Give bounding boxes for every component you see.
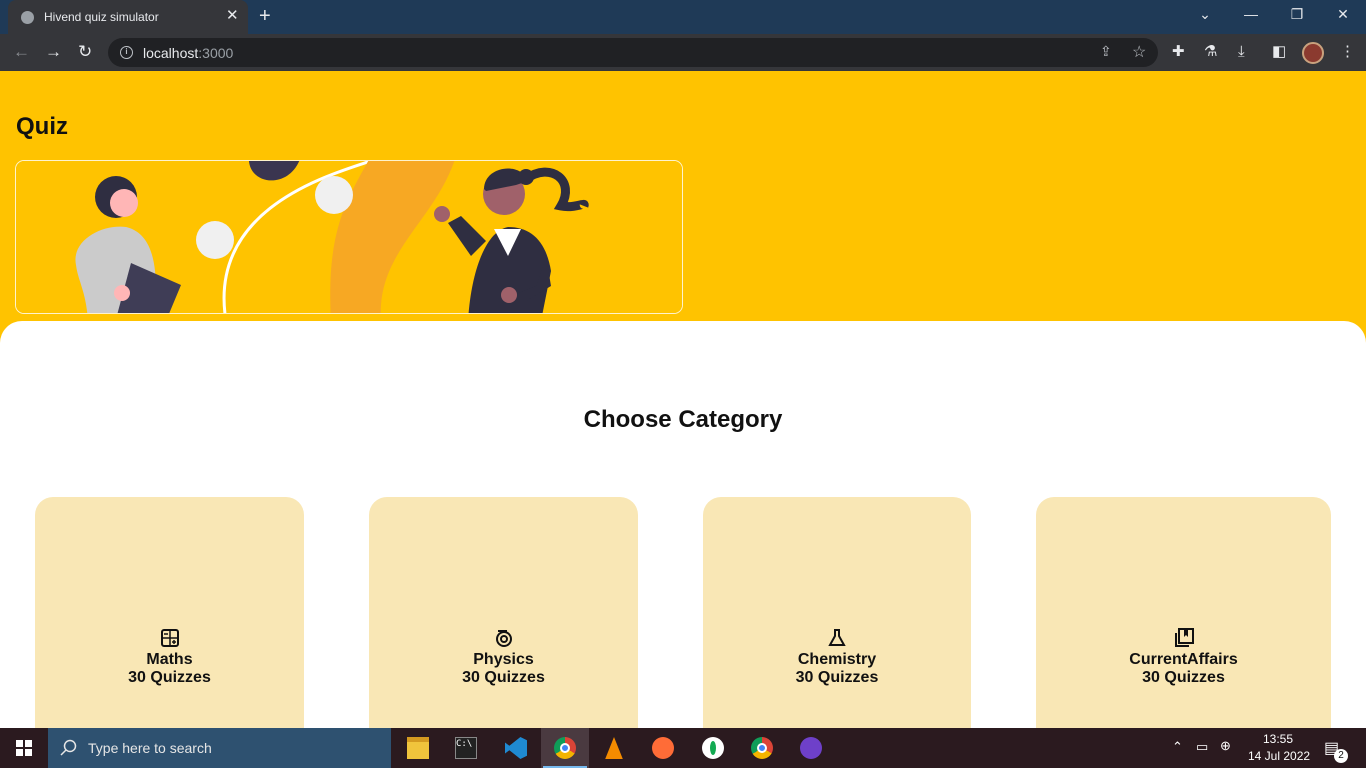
search-icon [60,739,77,756]
web-page: Quiz Choose Category Maths 30 Quizzes Ph… [0,71,1366,728]
mongodb-compass-icon[interactable] [689,728,737,768]
category-section: Choose Category Maths 30 Quizzes Physics… [0,321,1366,728]
menu-icon[interactable]: ⋮ [1340,43,1355,61]
tab-title: Hivend quiz simulator [44,10,159,24]
restore-icon[interactable]: ❐ [1274,0,1320,30]
flask-icon [703,628,971,648]
quiz-count: 30 Quizzes [462,669,545,686]
network-globe-icon[interactable]: ⊕ [1220,738,1231,754]
reload-icon[interactable]: ↻ [78,42,92,62]
clock-date[interactable]: 14 Jul 2022 [1248,749,1310,763]
category-name: CurrentAffairs [1129,651,1238,668]
show-hidden-icons-icon[interactable]: ⌃ [1172,739,1183,755]
url-host: localhost [143,45,199,61]
profile-avatar[interactable] [1302,42,1324,64]
window-close-icon[interactable]: ✕ [1320,0,1366,30]
category-name: Physics [473,651,534,668]
quiz-count: 30 Quizzes [795,669,879,686]
quiz-count: 30 Quizzes [1142,669,1225,686]
vlc-icon[interactable] [590,728,638,768]
browser-tab[interactable]: Hivend quiz simulator ✕ [8,0,248,34]
globe-icon [21,11,34,24]
windows-start-icon[interactable] [0,728,48,768]
download-icon[interactable]: ⤓ [1238,43,1245,61]
hero-illustration [15,160,683,314]
page-title: Quiz [16,113,68,140]
new-tab-button[interactable]: + [259,6,271,26]
quiz-count: 30 Quizzes [128,669,211,686]
battery-icon[interactable]: ▭ [1196,739,1208,755]
site-info-icon[interactable]: i [120,46,133,59]
back-icon[interactable]: ← [13,42,30,62]
side-panel-icon[interactable]: ◧ [1272,43,1286,61]
address-bar[interactable]: i localhost:3000 ⇪ ☆ [108,38,1158,67]
tab-search-icon[interactable]: ⌄ [1182,0,1228,30]
labs-flask-icon[interactable]: ⚗ [1204,43,1217,61]
github-desktop-icon[interactable] [787,728,835,768]
postman-icon[interactable] [639,728,687,768]
terminal-icon[interactable]: C:\ [442,728,490,768]
tab-close-icon[interactable]: ✕ [226,8,239,23]
newspaper-icon [1036,628,1331,648]
category-card-chemistry[interactable]: Chemistry 30 Quizzes [703,497,971,728]
section-title: Choose Category [583,406,783,433]
atom-icon [369,628,638,648]
clock-time[interactable]: 13:55 [1263,732,1293,746]
chrome-dev-icon[interactable] [541,728,589,768]
taskbar-search-input[interactable]: Type here to search [48,728,391,768]
category-card-maths[interactable]: Maths 30 Quizzes [35,497,304,728]
forward-icon[interactable]: → [45,42,62,62]
category-name: Chemistry [797,651,877,668]
browser-tab-strip: Hivend quiz simulator ✕ + ⌄ — ❐ ✕ [0,0,1366,34]
url-port: :3000 [198,45,234,61]
bookmark-star-icon[interactable]: ☆ [1132,42,1146,62]
share-icon[interactable]: ⇪ [1100,43,1112,60]
search-placeholder: Type here to search [88,740,212,756]
calculator-icon [35,628,304,648]
minimize-icon[interactable]: — [1228,0,1274,30]
category-name: Maths [146,651,193,668]
browser-toolbar: ← → ↻ i localhost:3000 ⇪ ☆ ✚ ⚗ ⤓ ◧ ⋮ [0,34,1366,71]
notification-count-badge: 2 [1334,749,1348,763]
windows-taskbar: Type here to search C:\ ⌃ ▭ ⊕ 13:55 14 J… [0,728,1366,768]
category-card-currentaffairs[interactable]: CurrentAffairs 30 Quizzes [1036,497,1331,728]
chrome-icon[interactable] [738,728,786,768]
vscode-icon[interactable] [492,728,540,768]
url-text[interactable]: localhost:3000 [143,45,233,61]
file-explorer-icon[interactable] [394,728,442,768]
extensions-icon[interactable]: ✚ [1172,43,1185,61]
category-card-physics[interactable]: Physics 30 Quizzes [369,497,638,728]
